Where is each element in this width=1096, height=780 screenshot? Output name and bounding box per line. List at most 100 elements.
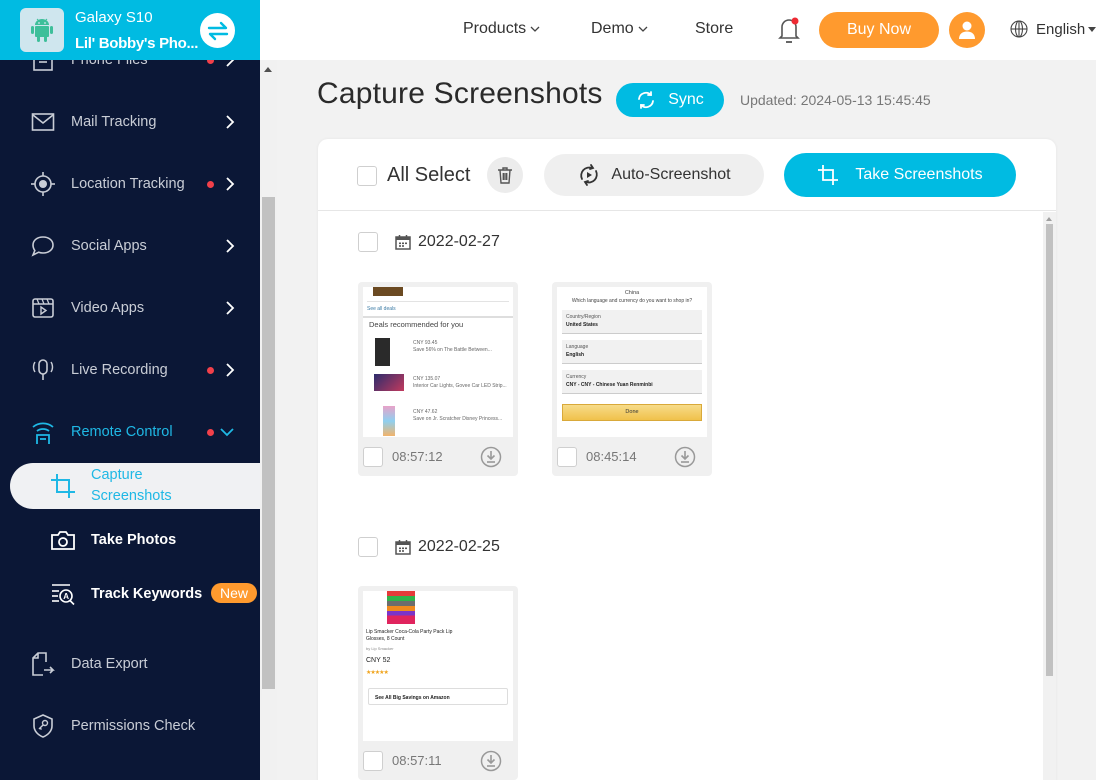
nav-store[interactable]: Store — [695, 20, 733, 38]
field-label: Currency — [566, 374, 587, 380]
screenshot-thumbnail[interactable]: China Which language and currency do you… — [557, 287, 707, 437]
screenshot-footer: 08:45:14 — [552, 437, 712, 476]
group-date: 2022-02-25 — [418, 538, 500, 555]
nav-demo-label: Demo — [591, 20, 634, 37]
screenshot-card[interactable]: China Which language and currency do you… — [552, 282, 712, 476]
product-brand: by Lip Smacker — [366, 646, 394, 651]
sync-icon — [638, 91, 655, 109]
chevron-right-icon — [222, 176, 238, 192]
checkbox[interactable] — [357, 165, 377, 186]
sidebar-item-permissions-check[interactable]: Permissions Check — [0, 706, 260, 746]
notification-button[interactable] — [774, 15, 804, 45]
sidebar-subitem-label: Take Photos — [91, 532, 177, 548]
done-button: Done — [562, 404, 702, 421]
country-field: Country/Region United States — [562, 310, 702, 334]
sidebar-item-video-apps[interactable]: Video Apps — [0, 288, 260, 328]
screenshot-checkbox[interactable] — [363, 447, 383, 467]
user-avatar[interactable] — [949, 12, 985, 48]
sidebar-item-label: Mail Tracking — [71, 114, 157, 130]
sidebar-item-label: Social Apps — [71, 238, 147, 254]
crop-icon — [50, 473, 76, 499]
bell-icon — [778, 17, 800, 43]
sidebar-item-mail-tracking[interactable]: Mail Tracking — [0, 102, 260, 142]
scroll-up-arrow-icon[interactable] — [1046, 217, 1052, 221]
field-label: Country/Region — [566, 314, 601, 320]
sidebar-item-label: Live Recording — [71, 362, 168, 378]
buy-now-button[interactable]: Buy Now — [819, 12, 939, 48]
alert-dot — [207, 366, 214, 374]
sidebar-scrollbar[interactable] — [260, 60, 277, 780]
all-select-label: All Select — [387, 164, 471, 186]
video-icon — [30, 295, 56, 321]
screenshot-time: 08:57:12 — [392, 449, 443, 464]
preview-question: Which language and currency do you want … — [571, 298, 693, 304]
date-group-checkbox[interactable] — [358, 232, 378, 252]
download-icon[interactable] — [480, 750, 502, 772]
download-icon[interactable] — [674, 446, 696, 468]
screenshot-card[interactable]: See all deals Deals recommended for you … — [358, 282, 518, 476]
screenshot-checkbox[interactable] — [557, 447, 577, 467]
screenshot-footer: 08:57:12 — [358, 437, 518, 476]
take-screenshots-button[interactable]: Take Screenshots — [784, 153, 1016, 197]
scroll-up-arrow-icon[interactable] — [264, 67, 272, 72]
device-model: Galaxy S10 — [75, 9, 153, 26]
device-header: Galaxy S10 Lil' Bobby's Pho... — [0, 0, 260, 60]
field-value: United States — [566, 322, 598, 328]
svg-text:A: A — [63, 592, 69, 601]
chevron-right-icon — [222, 238, 238, 254]
switch-device-button[interactable] — [200, 13, 235, 48]
delete-button[interactable] — [487, 157, 523, 193]
sidebar-item-location-tracking[interactable]: Location Tracking — [0, 164, 260, 204]
sidebar-item-social-apps[interactable]: Social Apps — [0, 226, 260, 266]
sync-button[interactable]: Sync — [616, 83, 724, 117]
language-field: Language English — [562, 340, 702, 364]
all-select-checkbox[interactable]: All Select — [357, 164, 470, 187]
page-title: Capture Screenshots — [317, 77, 603, 110]
download-icon[interactable] — [480, 446, 502, 468]
screenshot-card[interactable]: Lip Smacker Coca-Cola Party Pack Lip Glo… — [358, 586, 518, 780]
preview-title: China — [624, 290, 640, 296]
screenshot-time: 08:57:11 — [392, 753, 442, 768]
deal-desc: Save 56% on The Battle Between... — [413, 347, 492, 353]
screenshot-thumbnail[interactable]: Lip Smacker Coca-Cola Party Pack Lip Glo… — [363, 591, 513, 741]
rating-stars: ★★★★★ — [366, 670, 389, 676]
sidebar-scrollbar-thumb[interactable] — [262, 197, 275, 689]
sidebar-subitem-track-keywords[interactable]: A Track Keywords New — [10, 571, 260, 617]
see-all-savings-link: See All Big Savings on Amazon — [368, 688, 508, 705]
chevron-right-icon — [222, 362, 238, 378]
keyword-search-icon: A — [50, 581, 76, 607]
location-icon — [30, 171, 56, 197]
group-date: 2022-02-27 — [418, 233, 500, 250]
date-group-header: 2022-02-27 — [358, 232, 500, 252]
sidebar-item-label: Permissions Check — [71, 718, 196, 734]
nav-products[interactable]: Products — [463, 20, 540, 38]
language-selector[interactable]: English — [1010, 20, 1096, 38]
calendar-icon — [394, 233, 412, 251]
label-line-1: Capture — [91, 467, 143, 483]
screenshot-thumbnail[interactable]: See all deals Deals recommended for you … — [363, 287, 513, 437]
screenshot-gallery: 2022-02-27 See all deals Deals recommend… — [318, 212, 1056, 780]
gallery-scrollbar-thumb[interactable] — [1046, 224, 1053, 676]
gallery-scrollbar[interactable] — [1043, 212, 1056, 780]
sidebar-subitem-capture-screenshots[interactable]: Capture Screenshots — [10, 463, 260, 509]
sidebar-item-data-export[interactable]: Data Export — [0, 644, 260, 684]
screenshot-checkbox[interactable] — [363, 751, 383, 771]
auto-screenshot-button[interactable]: Auto-Screenshot — [544, 154, 764, 196]
switch-device-icon — [207, 21, 228, 40]
panel-toolbar: All Select Auto-Screenshot Take Screensh… — [318, 139, 1056, 211]
device-name: Lil' Bobby's Pho... — [75, 35, 199, 52]
sidebar-subitem-take-photos[interactable]: Take Photos — [10, 517, 260, 563]
sidebar-subitem-label: Capture Screenshots — [91, 465, 172, 507]
sidebar-item-live-recording[interactable]: Live Recording — [0, 350, 260, 390]
last-updated: Updated: 2024-05-13 15:45:45 — [740, 92, 931, 108]
caret-down-icon — [1088, 26, 1096, 32]
trash-icon — [498, 167, 512, 184]
globe-icon — [1010, 20, 1028, 38]
sidebar-item-remote-control[interactable]: Remote Control — [0, 412, 260, 452]
date-group-checkbox[interactable] — [358, 537, 378, 557]
remote-icon — [30, 419, 56, 445]
export-icon — [30, 651, 56, 677]
field-value: CNY - CNY - Chinese Yuan Renminbi — [566, 382, 653, 388]
nav-store-label: Store — [695, 20, 734, 37]
nav-demo[interactable]: Demo — [591, 20, 648, 38]
